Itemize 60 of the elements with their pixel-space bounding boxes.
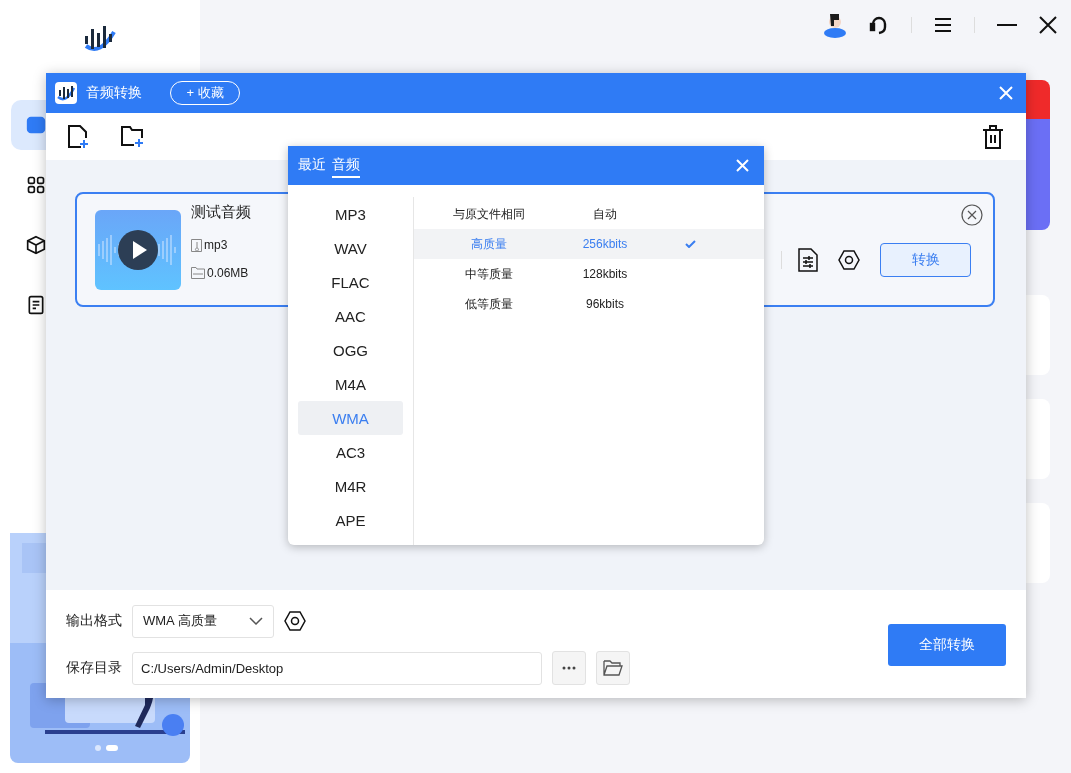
- format-item[interactable]: WAV: [298, 231, 403, 265]
- bitrate: 256kbits: [581, 237, 629, 251]
- quality-name: 低等质量: [464, 295, 514, 313]
- check-icon: [684, 240, 696, 248]
- file-name: 测试音频: [191, 203, 251, 222]
- format-item[interactable]: M4A: [298, 367, 403, 401]
- music-file-icon: [191, 238, 202, 252]
- headset-icon[interactable]: [869, 14, 889, 36]
- format-item[interactable]: M4R: [298, 469, 403, 503]
- convert-all-button[interactable]: 全部转换: [888, 624, 1006, 666]
- output-format-dropdown[interactable]: WMA 高质量: [132, 604, 274, 638]
- nav-icon: [26, 175, 46, 195]
- quality-name: 高质量: [470, 235, 508, 253]
- audio-thumbnail[interactable]: [95, 210, 181, 290]
- save-directory-field[interactable]: C:/Users/Admin/Desktop: [132, 651, 542, 685]
- menu-icon[interactable]: [934, 17, 952, 33]
- chevron-down-icon: [249, 617, 263, 625]
- window-title: 音频转换: [86, 84, 142, 102]
- nav-icon: [26, 235, 46, 255]
- settings-icon[interactable]: [284, 611, 306, 631]
- format-item[interactable]: APE: [298, 503, 403, 537]
- open-folder-button[interactable]: [596, 651, 630, 685]
- quality-option[interactable]: 高质量 256kbits: [414, 229, 764, 259]
- bitrate: 96kbits: [585, 297, 625, 311]
- add-file-icon[interactable]: [67, 124, 91, 149]
- bitrate: 128kbits: [581, 267, 629, 281]
- folder-icon: [603, 660, 623, 676]
- bitrate: 自动: [592, 205, 618, 223]
- nav-icon: [26, 295, 46, 315]
- settings-document-icon[interactable]: [798, 248, 818, 272]
- play-icon[interactable]: [118, 230, 158, 270]
- file-format: mp3: [204, 238, 228, 252]
- quality-name: 与原文件相同: [452, 205, 526, 223]
- file-size: 0.06MB: [207, 266, 249, 280]
- format-item[interactable]: MP3: [298, 197, 403, 231]
- tab[interactable]: 音频: [332, 153, 360, 178]
- folder-icon: [191, 267, 205, 279]
- format-item[interactable]: OGG: [298, 333, 403, 367]
- quality-option[interactable]: 低等质量 96kbits: [414, 289, 764, 319]
- add-folder-icon[interactable]: [121, 124, 145, 149]
- convert-button[interactable]: 转换: [880, 243, 971, 277]
- app-logo-icon: [55, 82, 77, 104]
- minimize-icon[interactable]: [997, 23, 1017, 27]
- close-icon[interactable]: [1039, 16, 1057, 34]
- quality-name: 中等质量: [464, 265, 514, 283]
- quality-option[interactable]: 中等质量 128kbits: [414, 259, 764, 289]
- save-directory-label: 保存目录: [66, 659, 122, 677]
- tab[interactable]: 最近: [298, 153, 326, 178]
- quality-option[interactable]: 与原文件相同 自动: [414, 199, 764, 229]
- output-format-label: 输出格式: [66, 612, 122, 630]
- format-item[interactable]: AAC: [298, 299, 403, 333]
- remove-icon[interactable]: [961, 204, 983, 226]
- settings-icon[interactable]: [838, 250, 860, 270]
- nav-icon: [26, 115, 46, 135]
- app-logo-icon: [83, 24, 117, 54]
- more-icon: [562, 666, 576, 670]
- format-item[interactable]: FLAC: [298, 265, 403, 299]
- avatar-icon[interactable]: [823, 12, 847, 38]
- trash-icon[interactable]: [982, 124, 1004, 149]
- format-item[interactable]: AC3: [298, 435, 403, 469]
